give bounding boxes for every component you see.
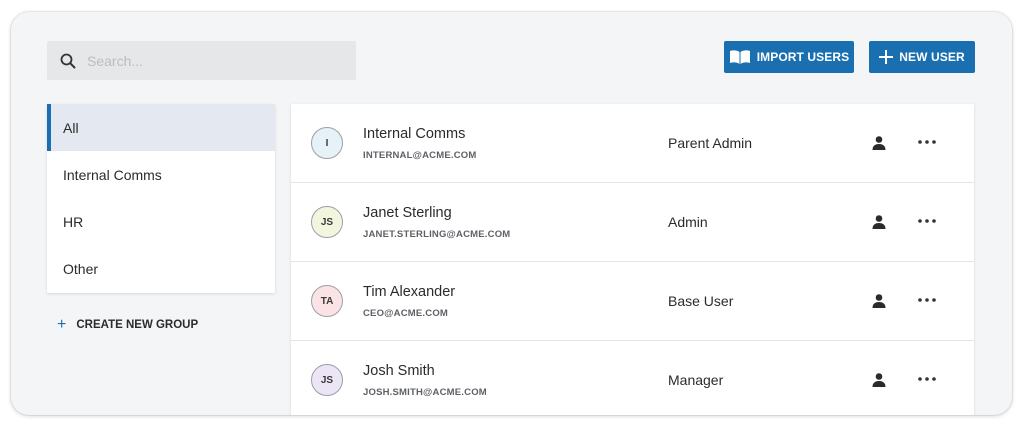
search-icon bbox=[59, 52, 77, 70]
group-item-label: Other bbox=[63, 260, 99, 277]
avatar-initials: JS bbox=[320, 374, 334, 386]
group-item-label: HR bbox=[63, 213, 84, 230]
app-window: IMPORT USERS NEW USER All Internal Comms… bbox=[11, 12, 1012, 415]
user-row[interactable]: I Internal Comms INTERNAL@ACME.COM Paren… bbox=[291, 104, 974, 183]
more-icon[interactable] bbox=[917, 292, 937, 308]
avatar-initials: I bbox=[325, 137, 329, 149]
person-icon[interactable] bbox=[871, 293, 887, 309]
user-row[interactable]: TA Tim Alexander CEO@ACME.COM Base User bbox=[291, 262, 974, 341]
user-row[interactable]: JS Josh Smith JOSH.SMITH@ACME.COM Manage… bbox=[291, 341, 974, 415]
group-item-other[interactable]: Other bbox=[47, 245, 275, 292]
group-item-hr[interactable]: HR bbox=[47, 198, 275, 245]
user-list: I Internal Comms INTERNAL@ACME.COM Paren… bbox=[291, 104, 974, 415]
user-role: Manager bbox=[668, 372, 724, 388]
avatar-initials: TA bbox=[320, 295, 334, 307]
user-email: JOSH.SMITH@ACME.COM bbox=[363, 387, 487, 398]
user-email: INTERNAL@ACME.COM bbox=[363, 150, 477, 161]
avatar-initials: JS bbox=[320, 216, 334, 228]
person-icon[interactable] bbox=[871, 135, 887, 151]
create-group-button[interactable]: + CREATE NEW GROUP bbox=[57, 317, 198, 333]
user-role: Base User bbox=[668, 293, 734, 309]
avatar: JS bbox=[311, 364, 343, 396]
import-users-label: IMPORT USERS bbox=[756, 50, 850, 64]
user-name: Janet Sterling bbox=[363, 205, 452, 221]
person-icon[interactable] bbox=[871, 214, 887, 230]
person-icon[interactable] bbox=[871, 372, 887, 388]
avatar: JS bbox=[311, 206, 343, 238]
avatar: TA bbox=[311, 285, 343, 317]
user-name: Internal Comms bbox=[363, 126, 466, 142]
search-box[interactable] bbox=[47, 41, 356, 80]
group-item-label: All bbox=[63, 119, 79, 136]
more-icon[interactable] bbox=[917, 134, 937, 150]
group-item-all[interactable]: All bbox=[47, 104, 275, 151]
user-name: Josh Smith bbox=[363, 363, 435, 379]
user-row[interactable]: JS Janet Sterling JANET.STERLING@ACME.CO… bbox=[291, 183, 974, 262]
search-input[interactable] bbox=[87, 52, 356, 69]
plus-icon bbox=[879, 50, 894, 64]
more-icon[interactable] bbox=[917, 371, 937, 387]
user-name: Tim Alexander bbox=[363, 284, 456, 300]
create-group-label: CREATE NEW GROUP bbox=[76, 319, 199, 331]
user-email: JANET.STERLING@ACME.COM bbox=[363, 229, 511, 240]
book-icon bbox=[729, 49, 751, 65]
group-item-label: Internal Comms bbox=[63, 166, 162, 183]
group-list: All Internal Comms HR Other bbox=[47, 104, 275, 293]
user-email: CEO@ACME.COM bbox=[363, 308, 449, 319]
more-icon[interactable] bbox=[917, 213, 937, 229]
new-user-label: NEW USER bbox=[899, 50, 965, 64]
user-role: Admin bbox=[668, 214, 708, 230]
plus-icon: + bbox=[57, 316, 67, 333]
import-users-button[interactable]: IMPORT USERS bbox=[724, 41, 854, 73]
avatar: I bbox=[311, 127, 343, 159]
user-role: Parent Admin bbox=[668, 135, 753, 151]
group-item-internal-comms[interactable]: Internal Comms bbox=[47, 151, 275, 198]
new-user-button[interactable]: NEW USER bbox=[869, 41, 975, 73]
